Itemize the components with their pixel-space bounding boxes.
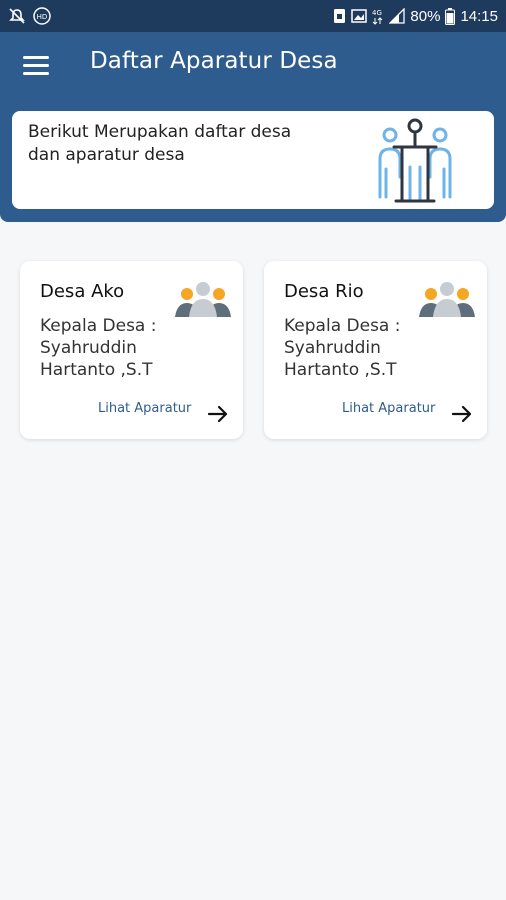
svg-text:HD: HD — [37, 13, 48, 21]
status-time: 14:15 — [460, 7, 498, 25]
hamburger-menu-icon[interactable] — [18, 50, 54, 80]
info-text: Berikut Merupakan daftar desa dan aparat… — [28, 122, 292, 165]
village-head-name: Syahruddin Hartanto ,S.T — [40, 338, 153, 380]
status-right: 4G 80% 14:15 — [333, 7, 498, 25]
page-title: Daftar Aparatur Desa — [90, 48, 338, 74]
status-left: HD — [8, 6, 52, 26]
village-card-ako[interactable]: Desa Ako Kepala Desa : Syahruddin Hartan… — [20, 261, 243, 439]
group-people-icon — [175, 282, 231, 317]
village-head: Kepala Desa : Syahruddin Hartanto ,S.T — [284, 315, 444, 381]
sim-icon — [333, 8, 346, 24]
network-4g-icon: 4G — [372, 7, 384, 25]
group-people-icon — [419, 282, 475, 317]
lihat-aparatur-link[interactable]: Lihat Aparatur — [342, 401, 435, 416]
arrow-right-icon[interactable] — [207, 403, 229, 425]
village-head-label: Kepala Desa : — [40, 316, 157, 336]
info-card: Berikut Merupakan daftar desa dan aparat… — [12, 111, 494, 209]
people-organization-icon — [378, 118, 452, 203]
village-head-name: Syahruddin Hartanto ,S.T — [284, 338, 397, 380]
arrow-right-icon[interactable] — [451, 403, 473, 425]
battery-percent: 80% — [410, 7, 441, 25]
hd-icon: HD — [32, 6, 52, 26]
village-name: Desa Rio — [284, 281, 364, 302]
app-header: Daftar Aparatur Desa Berikut Merupakan d… — [0, 32, 506, 222]
battery-icon — [445, 7, 456, 25]
status-bar: HD 4G 80% 14:15 — [0, 0, 506, 32]
village-head-label: Kepala Desa : — [284, 316, 401, 336]
signal-icon — [389, 8, 406, 24]
lihat-aparatur-link[interactable]: Lihat Aparatur — [98, 401, 191, 416]
svg-text:4G: 4G — [372, 9, 382, 17]
notification-off-icon — [8, 7, 26, 25]
image-icon — [351, 8, 368, 24]
village-name: Desa Ako — [40, 281, 125, 302]
village-head: Kepala Desa : Syahruddin Hartanto ,S.T — [40, 315, 200, 381]
village-card-rio[interactable]: Desa Rio Kepala Desa : Syahruddin Hartan… — [264, 261, 487, 439]
